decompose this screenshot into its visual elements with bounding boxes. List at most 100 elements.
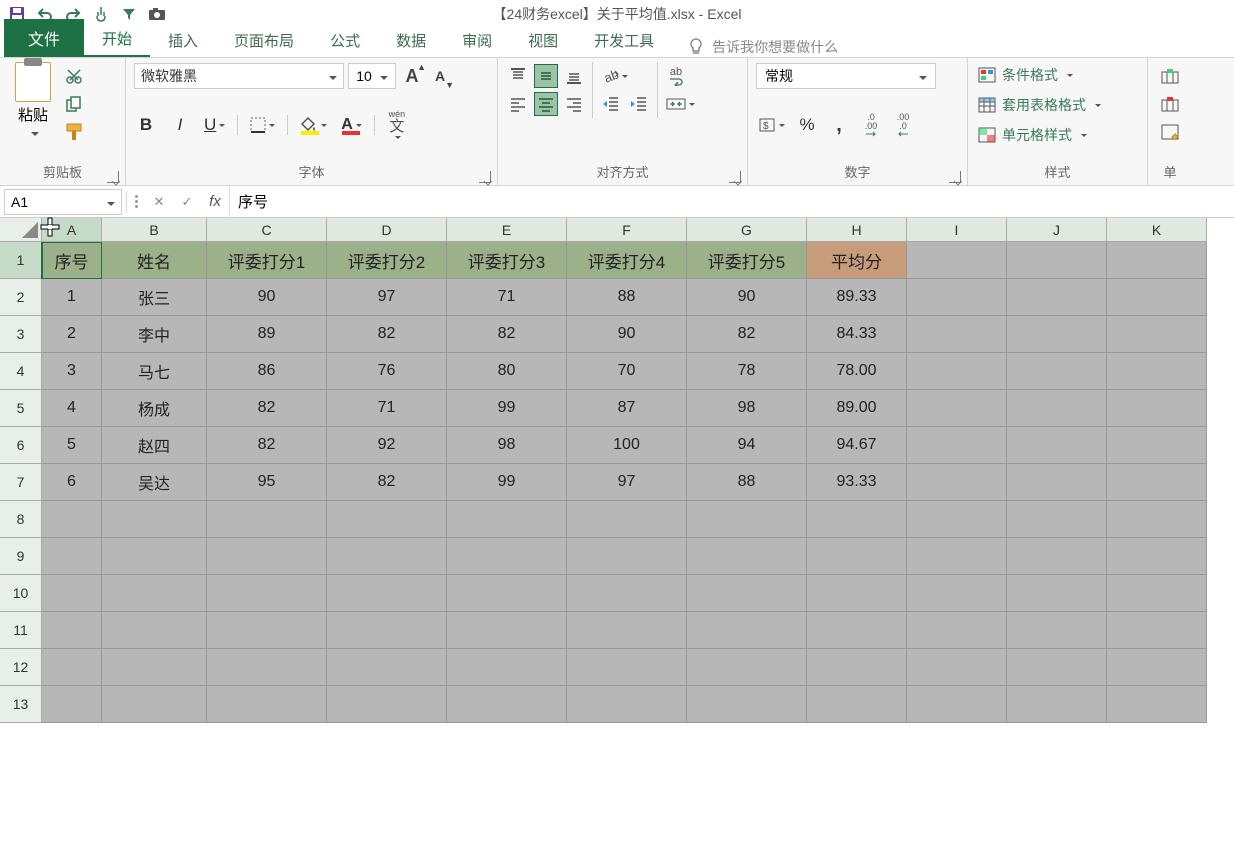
delete-cells-icon[interactable] <box>1156 92 1184 116</box>
cell[interactable]: 94.67 <box>807 427 907 464</box>
wrap-text-icon[interactable]: ab <box>664 64 688 88</box>
cell[interactable] <box>207 538 327 575</box>
row-header[interactable]: 8 <box>0 501 42 538</box>
decrease-indent-icon[interactable] <box>599 92 623 116</box>
row-header[interactable]: 2 <box>0 279 42 316</box>
cell[interactable]: 90 <box>207 279 327 316</box>
comma-icon[interactable]: , <box>827 113 851 137</box>
align-left-icon[interactable] <box>506 92 530 116</box>
cell[interactable] <box>1107 279 1207 316</box>
cell[interactable] <box>567 686 687 723</box>
cell[interactable] <box>907 353 1007 390</box>
cell[interactable] <box>1007 464 1107 501</box>
paste-button[interactable]: 粘贴 <box>8 62 58 140</box>
col-header[interactable]: J <box>1007 218 1107 242</box>
tab-data[interactable]: 数据 <box>378 24 444 57</box>
cell[interactable]: 89.33 <box>807 279 907 316</box>
format-cells-icon[interactable] <box>1156 120 1184 144</box>
format-painter-icon[interactable] <box>62 120 86 144</box>
cell[interactable] <box>907 316 1007 353</box>
cell[interactable] <box>807 686 907 723</box>
cell[interactable]: 89 <box>207 316 327 353</box>
merge-center-icon[interactable] <box>664 92 697 116</box>
cell[interactable]: 95 <box>207 464 327 501</box>
percent-icon[interactable]: % <box>795 113 819 137</box>
cell[interactable]: 82 <box>327 316 447 353</box>
col-header[interactable]: A <box>42 218 102 242</box>
name-box[interactable]: A1 <box>4 189 122 215</box>
cell[interactable] <box>1007 686 1107 723</box>
tab-view[interactable]: 视图 <box>510 24 576 57</box>
cell[interactable]: 赵四 <box>102 427 207 464</box>
align-middle-icon[interactable] <box>534 64 558 88</box>
row-header[interactable]: 4 <box>0 353 42 390</box>
dialog-launcher-icon[interactable] <box>729 171 741 183</box>
cell[interactable]: 78.00 <box>807 353 907 390</box>
cell[interactable] <box>907 538 1007 575</box>
cell[interactable]: 89.00 <box>807 390 907 427</box>
cell[interactable] <box>1107 538 1207 575</box>
cell[interactable]: 3 <box>42 353 102 390</box>
row-header[interactable]: 13 <box>0 686 42 723</box>
italic-icon[interactable]: I <box>168 113 192 137</box>
cell[interactable]: 93.33 <box>807 464 907 501</box>
cell[interactable] <box>327 575 447 612</box>
cell[interactable] <box>42 649 102 686</box>
cell[interactable] <box>1007 242 1107 279</box>
bold-icon[interactable]: B <box>134 113 158 137</box>
cell[interactable]: 94 <box>687 427 807 464</box>
cell[interactable] <box>687 575 807 612</box>
cell[interactable] <box>1007 279 1107 316</box>
col-header[interactable]: I <box>907 218 1007 242</box>
cell[interactable] <box>687 538 807 575</box>
tab-home[interactable]: 开始 <box>84 22 150 57</box>
cell[interactable] <box>567 501 687 538</box>
cell[interactable]: 评委打分5 <box>687 242 807 279</box>
tell-me[interactable]: 告诉我你想要做什么 <box>688 37 838 57</box>
cancel-icon[interactable]: ✕ <box>145 188 173 216</box>
cell[interactable] <box>1007 316 1107 353</box>
cell[interactable] <box>687 501 807 538</box>
row-header[interactable]: 10 <box>0 575 42 612</box>
increase-indent-icon[interactable] <box>627 92 651 116</box>
cell[interactable] <box>327 501 447 538</box>
cell[interactable] <box>42 612 102 649</box>
cell[interactable] <box>907 242 1007 279</box>
cell[interactable] <box>907 649 1007 686</box>
align-bottom-icon[interactable] <box>562 64 586 88</box>
cell[interactable]: 78 <box>687 353 807 390</box>
cell[interactable] <box>447 501 567 538</box>
cell[interactable] <box>327 538 447 575</box>
row-header[interactable]: 6 <box>0 427 42 464</box>
cell[interactable] <box>807 575 907 612</box>
increase-decimal-icon[interactable]: .0.00 <box>859 113 883 137</box>
tab-developer[interactable]: 开发工具 <box>576 24 672 57</box>
cell[interactable] <box>447 538 567 575</box>
tab-review[interactable]: 审阅 <box>444 24 510 57</box>
font-size-select[interactable]: 10 <box>348 63 396 89</box>
cell[interactable] <box>1107 501 1207 538</box>
enter-icon[interactable]: ✓ <box>173 188 201 216</box>
cell[interactable] <box>1007 612 1107 649</box>
cell[interactable]: 86 <box>207 353 327 390</box>
cell-styles-button[interactable]: 单元格样式 <box>976 122 1139 148</box>
cell[interactable]: 评委打分2 <box>327 242 447 279</box>
cell[interactable] <box>1107 316 1207 353</box>
cell[interactable] <box>687 649 807 686</box>
cell[interactable] <box>1007 538 1107 575</box>
formula-input[interactable]: 序号 <box>229 186 1234 217</box>
cell[interactable]: 82 <box>327 464 447 501</box>
copy-icon[interactable] <box>62 92 86 116</box>
fx-icon[interactable]: fx <box>201 188 229 216</box>
row-header[interactable]: 12 <box>0 649 42 686</box>
cell[interactable] <box>907 390 1007 427</box>
row-header[interactable]: 1 <box>0 242 42 279</box>
cell[interactable] <box>1107 242 1207 279</box>
cell[interactable] <box>327 649 447 686</box>
align-center-icon[interactable] <box>534 92 558 116</box>
cell[interactable] <box>1007 649 1107 686</box>
orientation-icon[interactable]: ab <box>599 64 630 88</box>
tab-layout[interactable]: 页面布局 <box>216 24 312 57</box>
underline-icon[interactable]: U <box>202 113 227 137</box>
cell[interactable] <box>687 612 807 649</box>
